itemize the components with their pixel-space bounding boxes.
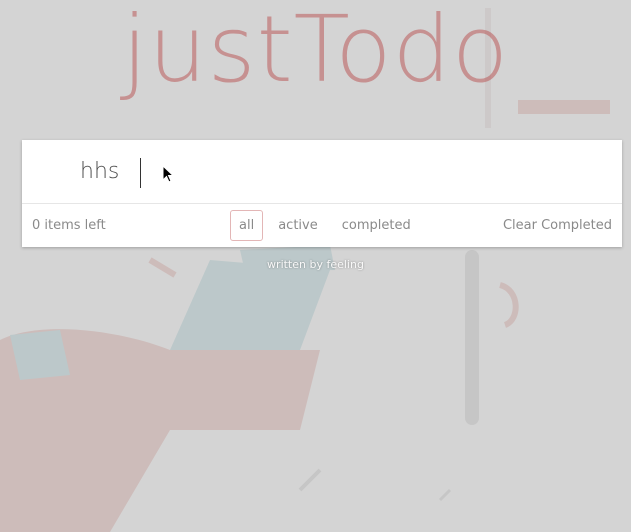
new-todo-row [22, 140, 622, 204]
filter-all[interactable]: all [230, 210, 264, 241]
filter-active[interactable]: active [269, 210, 327, 241]
credit-text: written by feeling [267, 258, 364, 271]
todo-card: 0 items left all active completed Clear … [22, 140, 622, 247]
filter-group: all active completed [230, 210, 420, 241]
text-caret [140, 158, 141, 188]
app-title: justTodo [121, 0, 510, 103]
items-left-count: 0 items left [32, 218, 106, 233]
new-todo-input[interactable] [80, 154, 600, 188]
todo-footer: 0 items left all active completed Clear … [22, 204, 622, 247]
mouse-pointer-icon [162, 164, 175, 183]
filter-completed[interactable]: completed [333, 210, 420, 241]
clear-completed-button[interactable]: Clear Completed [503, 218, 612, 233]
